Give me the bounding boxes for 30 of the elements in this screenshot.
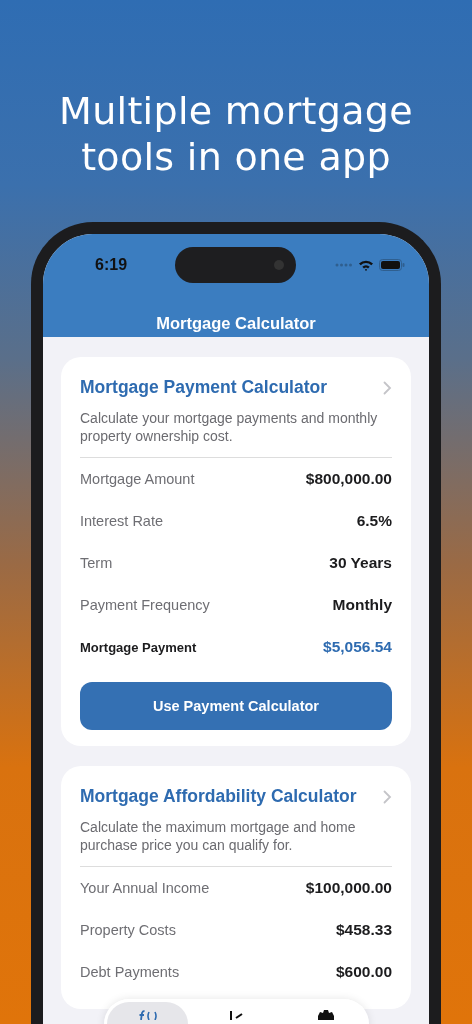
status-time: 6:19 xyxy=(95,256,128,274)
settings-icon xyxy=(315,1010,336,1020)
headline: Multiple mortgage tools in one app xyxy=(58,88,414,180)
field-label: Interest Rate xyxy=(80,513,163,529)
field-value: 30 Years xyxy=(329,554,392,572)
calculator-card[interactable]: Mortgage Affordability Calculator Calculate the maximum mortgage and home purchase price you can qualify for. Your Annual Income $100,000.00 Property Costs $458.33 Debt Payments $600.00 xyxy=(61,766,411,1009)
field-label: Mortgage Amount xyxy=(80,471,195,487)
card-title: Mortgage Affordability Calculator xyxy=(80,786,357,807)
battery-icon xyxy=(379,259,405,271)
result-value: $5,056.54 xyxy=(323,638,392,656)
field-value: Monthly xyxy=(332,596,392,614)
field-value: $600.00 xyxy=(335,963,392,981)
wifi-icon xyxy=(358,259,374,271)
field-value: $458.33 xyxy=(335,921,392,939)
field-label: Mortgage Payment xyxy=(80,639,197,655)
field-value: 6.5% xyxy=(356,512,392,530)
signal-icon xyxy=(335,263,353,267)
field-label: Your Annual Income xyxy=(80,880,210,896)
calculator-button[interactable]: Use Payment Calculator xyxy=(80,682,392,730)
field-value: $100,000.00 xyxy=(305,879,392,897)
field-label: Payment Frequency xyxy=(80,597,210,613)
screen-title: Mortgage Calculator xyxy=(155,314,317,333)
card-title: Mortgage Payment Calculator xyxy=(80,377,327,398)
field-label: Term xyxy=(80,555,113,571)
card-description: Calculate your mortgage payments and monthly property ownership cost. xyxy=(80,409,392,458)
calculator-card[interactable] xyxy=(61,357,411,746)
field-label: Debt Payments xyxy=(80,964,180,980)
field-value: $800,000.00 xyxy=(305,470,392,488)
card-description: Calculate the maximum mortgage and home purchase price you can qualify for. xyxy=(80,818,392,867)
field-label: Property Costs xyxy=(80,922,176,938)
